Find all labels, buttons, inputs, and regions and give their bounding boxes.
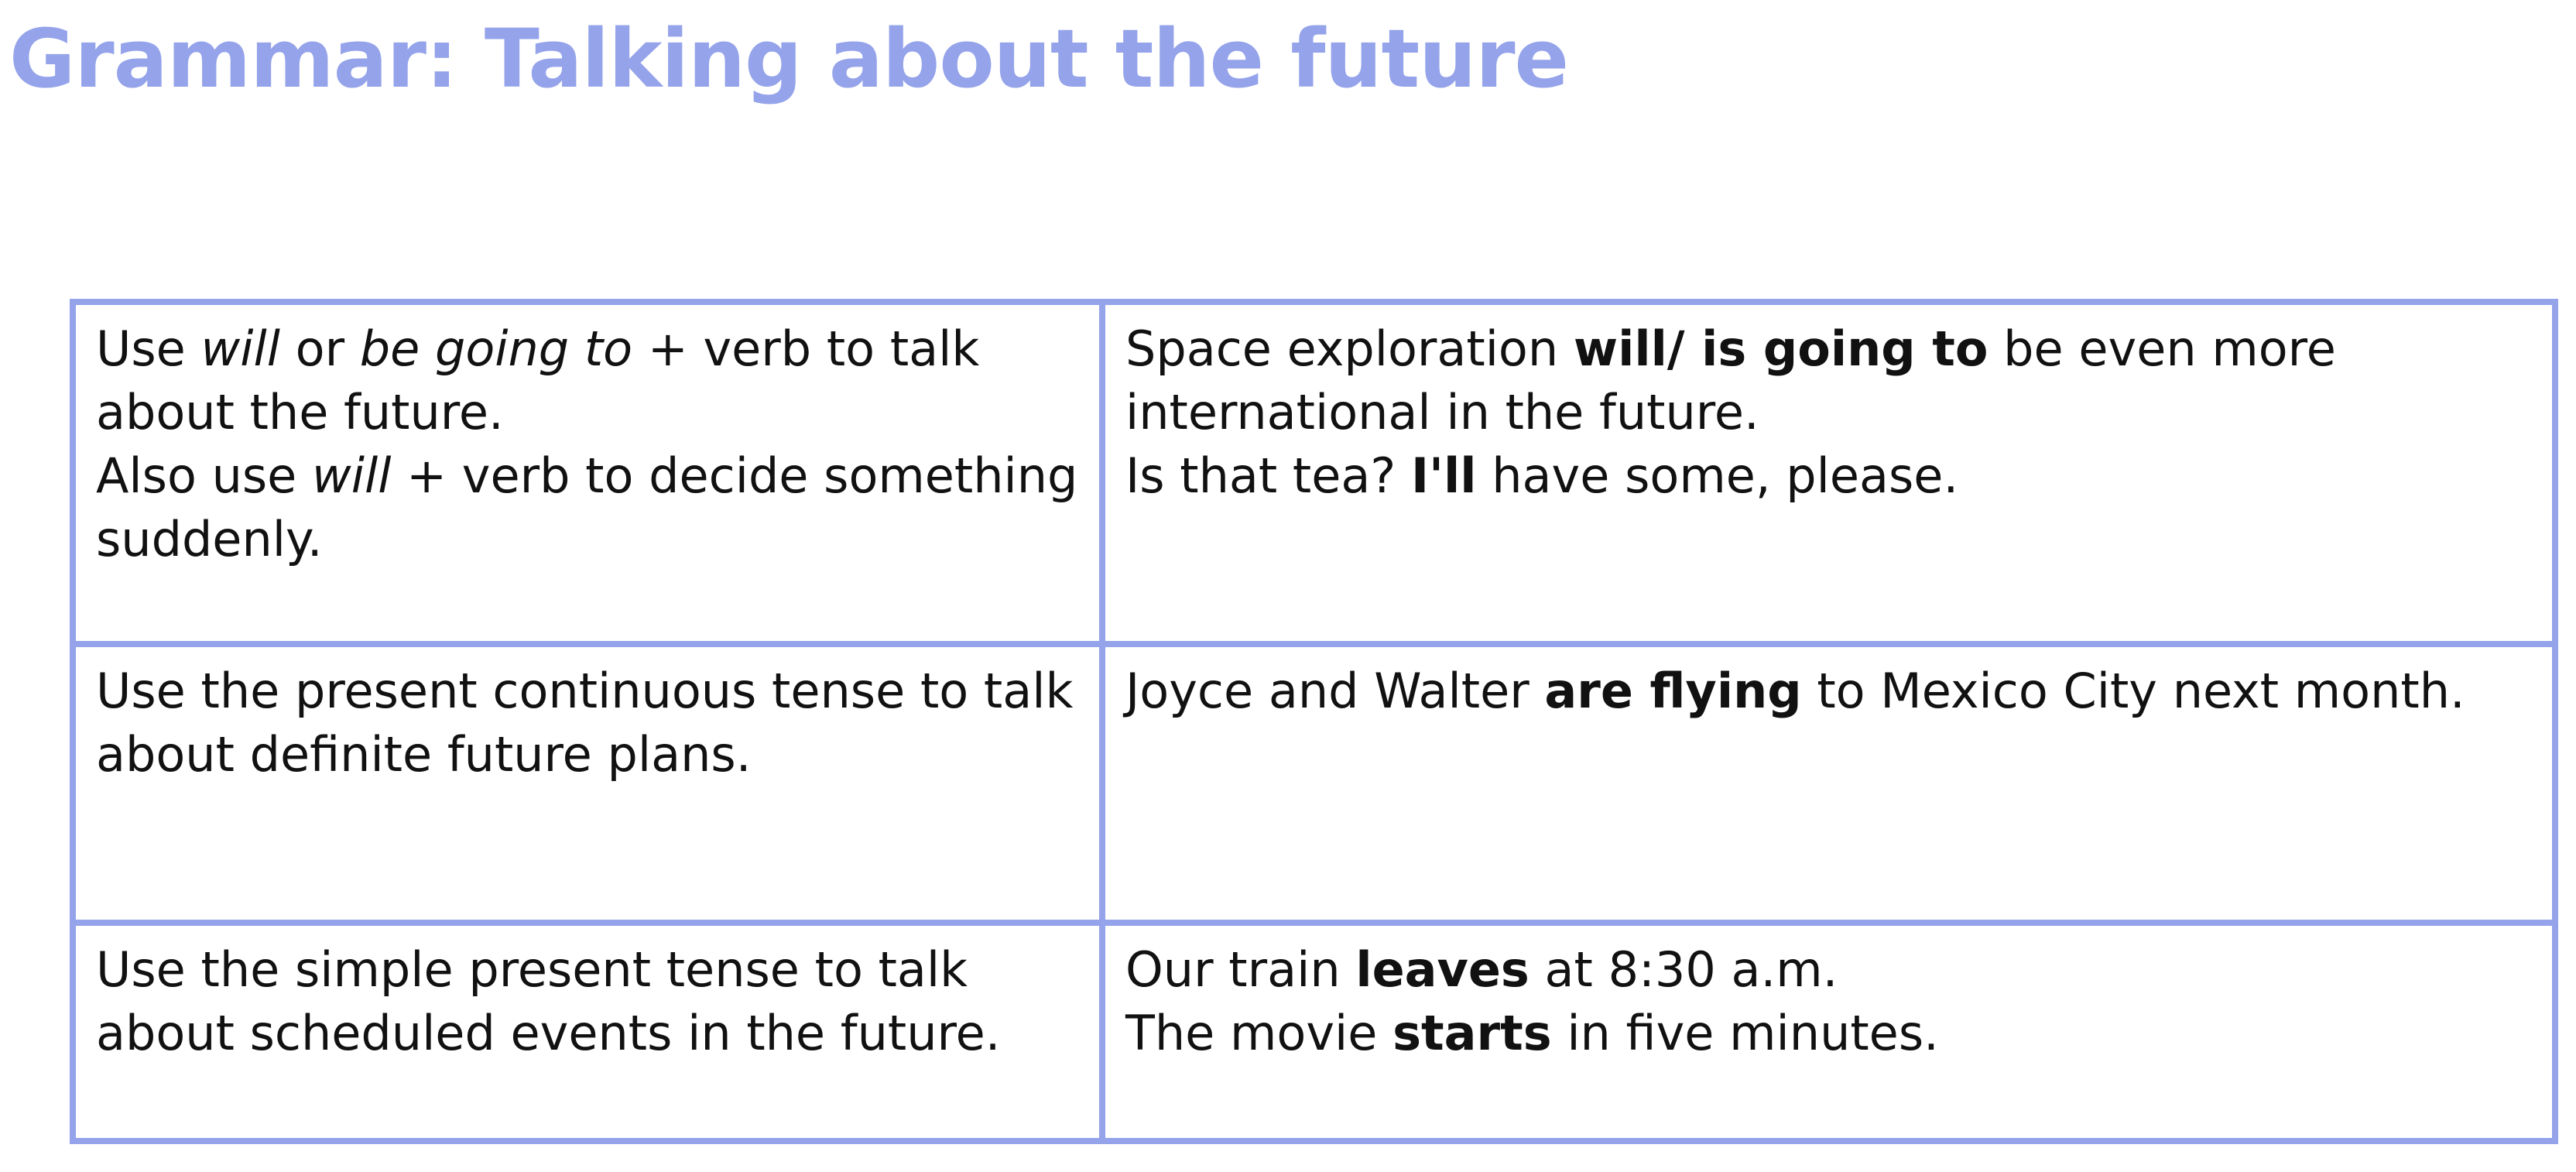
example-sentence: Our train leaves at 8:30 a.m. <box>1125 938 2535 1002</box>
table-row: Use will or be going to + verb to talk a… <box>70 299 2558 647</box>
example-text-segment: The movie <box>1125 1005 1393 1061</box>
page-title: Grammar: Talking about the future <box>9 12 1569 106</box>
example-text-segment: in five minutes. <box>1551 1005 1939 1061</box>
table-row: Use the simple present tense to talk abo… <box>70 920 2558 1144</box>
rule-cell: Use the present continuous tense to talk… <box>70 641 1105 926</box>
example-cell: Joyce and Walter are flying to Mexico Ci… <box>1099 641 2558 926</box>
example-highlight: are flying <box>1544 663 1802 719</box>
example-sentence: Is that tea? I'll have some, please. <box>1125 444 2535 508</box>
example-text-segment: to Mexico City next month. <box>1801 663 2465 719</box>
example-sentence: The movie starts in five minutes. <box>1125 1002 2535 1065</box>
example-text-segment: have some, please. <box>1476 447 1959 504</box>
example-text-segment: at 8:30 a.m. <box>1529 941 1838 998</box>
rule-keyword: will <box>312 447 392 504</box>
rule-cell: Use the simple present tense to talk abo… <box>70 920 1105 1144</box>
example-cell: Space exploration will/ is going to be e… <box>1099 299 2558 647</box>
example-highlight: leaves <box>1355 941 1530 998</box>
example-highlight: I'll <box>1410 447 1477 504</box>
rule-text: Also use will + verb to decide something… <box>96 444 1082 571</box>
rule-text: Use the present continuous tense to talk… <box>96 660 1082 786</box>
rule-text: Use will or be going to + verb to talk a… <box>96 317 1082 444</box>
rule-text-segment: Use the present continuous tense to talk… <box>96 663 1089 783</box>
rule-text: Use the simple present tense to talk abo… <box>96 938 1082 1065</box>
example-highlight: starts <box>1392 1005 1552 1061</box>
example-text-segment: Space exploration <box>1125 320 1574 377</box>
table-row: Use the present continuous tense to talk… <box>70 641 2558 926</box>
rule-keyword: be going to <box>359 320 633 377</box>
rule-cell: Use will or be going to + verb to talk a… <box>70 299 1105 647</box>
example-text-segment: Joyce and Walter <box>1125 663 1545 719</box>
example-text-segment: Our train <box>1125 941 1356 998</box>
rule-text-segment: or <box>279 320 360 377</box>
grammar-table: Use will or be going to + verb to talk a… <box>70 299 2558 1144</box>
example-sentence: Space exploration will/ is going to be e… <box>1125 317 2535 444</box>
rule-keyword: will <box>200 320 280 377</box>
rule-text-segment: Use the simple present tense to talk abo… <box>96 941 1001 1061</box>
rule-text-segment: Also use <box>96 447 313 504</box>
example-highlight: will/ is going to <box>1573 320 1989 377</box>
example-sentence: Joyce and Walter are flying to Mexico Ci… <box>1125 660 2535 723</box>
example-cell: Our train leaves at 8:30 a.m. The movie … <box>1099 920 2558 1144</box>
rule-text-segment: Use <box>96 320 201 377</box>
example-text-segment: Is that tea? <box>1125 447 1411 504</box>
